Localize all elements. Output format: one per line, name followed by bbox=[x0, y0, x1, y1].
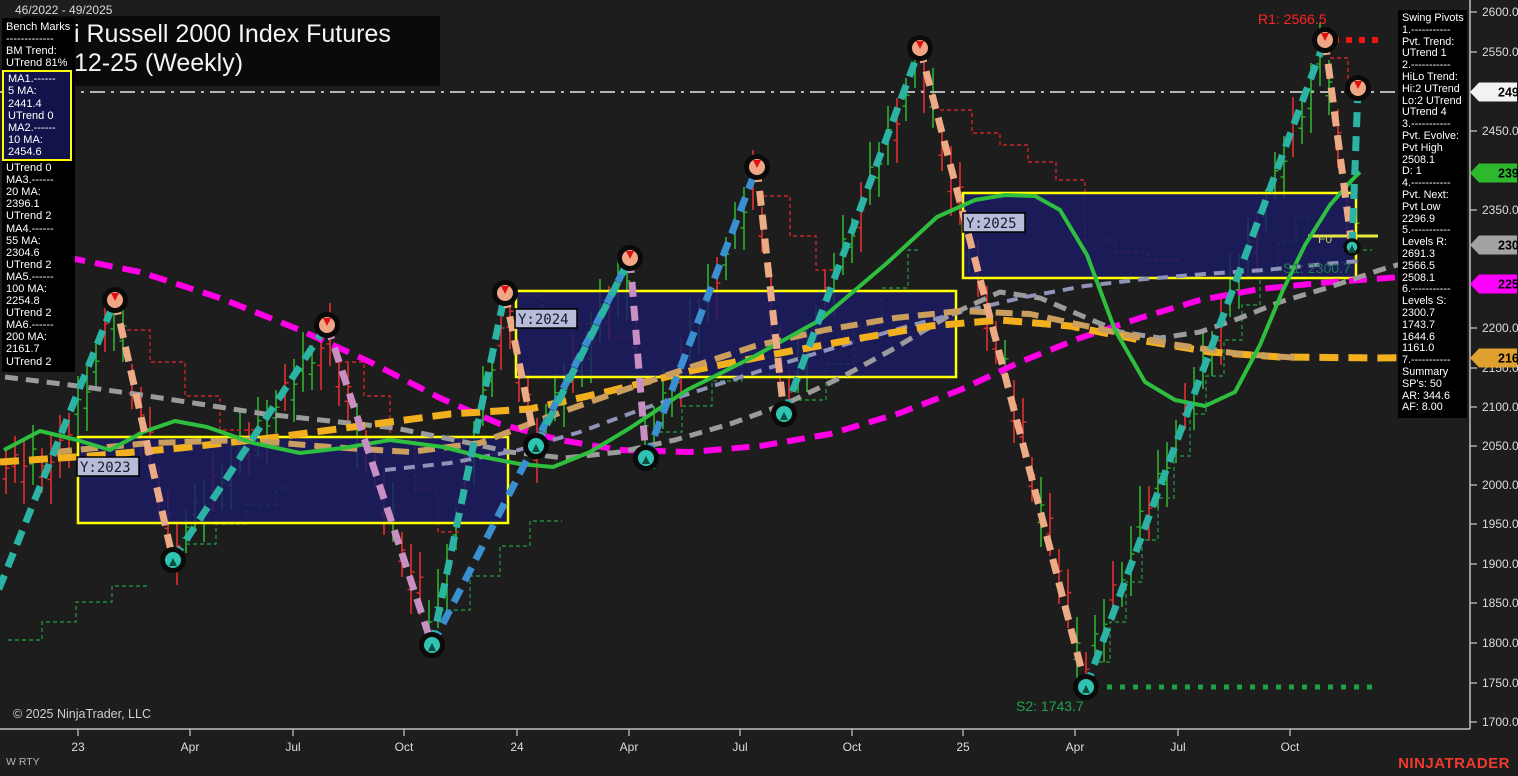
benchmark-line: ------------- bbox=[6, 33, 54, 46]
benchmark-line: UTrend 81% bbox=[6, 57, 68, 70]
benchmark-line: MA5.------ bbox=[6, 270, 54, 283]
price-axis-label: 2050.0 bbox=[1482, 439, 1518, 453]
benchmark-line: UTrend 0 bbox=[8, 109, 54, 122]
time-axis-label: Apr bbox=[1066, 740, 1085, 754]
hilo-step-down bbox=[763, 195, 842, 271]
time-axis-label: Apr bbox=[620, 740, 639, 754]
swing-pivot-line: AF: 8.00 bbox=[1402, 401, 1443, 414]
annotation-label: S1: 2300.7 bbox=[1283, 260, 1351, 276]
benchmark-line: MA6.------ bbox=[6, 319, 54, 332]
chart-title: i Russell 2000 Index Futures 12-25 (Week… bbox=[22, 16, 440, 86]
price-tag-value: 2161.7 bbox=[1498, 352, 1518, 366]
swing-pivot-line: Pvt Low bbox=[1402, 200, 1441, 213]
year-label: Y:2024 bbox=[518, 312, 569, 328]
swing-pivot-line: SP's: 50 bbox=[1402, 377, 1442, 390]
zigzag-layer bbox=[0, 38, 1362, 689]
benchmark-line: UTrend 2 bbox=[6, 258, 52, 271]
zigzag-segment bbox=[1082, 38, 1329, 689]
swing-pivot-line: Hi:2 UTrend bbox=[1402, 82, 1460, 95]
swing-pivot-line: Pvt High bbox=[1402, 141, 1443, 154]
price-axis-label: 2200.0 bbox=[1482, 321, 1518, 335]
swing-pivot-line: Pvt. Evolve: bbox=[1402, 129, 1460, 142]
time-axis-label: Oct bbox=[843, 740, 862, 754]
benchmark-line: 5 MA: bbox=[8, 85, 37, 98]
benchmark-line: 55 MA: bbox=[6, 234, 41, 247]
price-axis-label: 2350.0 bbox=[1482, 203, 1518, 217]
price-chart[interactable]: Y:2023 Y:2024 Y:2025 R1: 2566.5 S2: 1743.7 S1… bbox=[0, 0, 1518, 776]
benchmark-line: 2396.1 bbox=[6, 198, 40, 211]
benchmark-line: MA3.------ bbox=[6, 174, 54, 187]
benchmark-line: UTrend 2 bbox=[6, 307, 52, 320]
time-axis-label: 24 bbox=[510, 740, 524, 754]
annotation-label: F0 bbox=[1318, 232, 1332, 246]
swing-pivot-line: 2300.7 bbox=[1402, 306, 1436, 319]
benchmark-line: UTrend 2 bbox=[6, 210, 52, 223]
benchmark-line: 20 MA: bbox=[6, 186, 41, 199]
copyright-notice: © 2025 NinjaTrader, LLC bbox=[13, 707, 151, 721]
time-axis-label: 23 bbox=[71, 740, 85, 754]
annotation-label: S2: 1743.7 bbox=[1016, 698, 1084, 714]
benchmark-line: 2254.8 bbox=[6, 295, 40, 308]
benchmark-line: 100 MA: bbox=[6, 282, 47, 295]
benchmark-line: 2161.7 bbox=[6, 343, 40, 356]
time-axis-label: Jul bbox=[1170, 740, 1185, 754]
chart-title-line2: 12-25 (Weekly) bbox=[74, 49, 244, 77]
swing-pivot-line: Pvt. Next: bbox=[1402, 188, 1449, 201]
price-axis-label: 2450.0 bbox=[1482, 124, 1518, 138]
price-axis-label: 1900.0 bbox=[1482, 557, 1518, 571]
time-axis-label: Oct bbox=[395, 740, 414, 754]
price-axis-label: 2600.0 bbox=[1482, 5, 1518, 19]
chart-window: Y:2023 Y:2024 Y:2025 R1: 2566.5 S2: 1743.7 S1… bbox=[0, 0, 1518, 776]
time-axis-label: Jul bbox=[732, 740, 747, 754]
swing-pivot-line: 2566.5 bbox=[1402, 259, 1436, 272]
time-axis-label: Jul bbox=[285, 740, 300, 754]
time-axis-label: Apr bbox=[181, 740, 200, 754]
price-axis-label: 2100.0 bbox=[1482, 400, 1518, 414]
benchmark-line: MA2.------ bbox=[8, 121, 56, 134]
visible-range-label: 46/2022 - 49/2025 bbox=[15, 3, 113, 17]
hilo-step-up bbox=[8, 585, 150, 641]
benchmarks-highlight-box: MA1.------ 5 MA: 2441.4 UTrend 0 MA2.------ 1… bbox=[2, 70, 72, 162]
chart-title-line1: i Russell 2000 Index Futures bbox=[74, 20, 391, 48]
price-tag-value: 2254.8 bbox=[1498, 278, 1518, 292]
swing-pivot-line: HiLo Trend: bbox=[1402, 70, 1458, 83]
price-axis-label: 1700.0 bbox=[1482, 715, 1518, 729]
price-tag-value: 2499.0 bbox=[1498, 86, 1518, 100]
price-axis-label: 1800.0 bbox=[1482, 636, 1518, 650]
time-axis-label: 25 bbox=[956, 740, 970, 754]
benchmark-line: UTrend 0 bbox=[6, 162, 52, 175]
price-axis-label: 1950.0 bbox=[1482, 517, 1518, 531]
price-tag-value: 2396.1 bbox=[1498, 167, 1518, 181]
benchmarks-ma-lines: UTrend 0 MA3.------ 20 MA: 2396.1 UTrend 2 MA… bbox=[6, 162, 72, 368]
benchmark-line: BM Trend: bbox=[6, 45, 57, 58]
benchmark-line: 200 MA: bbox=[6, 331, 47, 344]
price-axis-label: 2550.0 bbox=[1482, 45, 1518, 59]
instrument-label: W RTY bbox=[6, 756, 40, 768]
swing-pivots-panel: Swing Pivots 1.----------- Pvt. Trend: UTre… bbox=[1398, 10, 1467, 419]
price-tag-value: 2304.6 bbox=[1498, 239, 1518, 253]
benchmark-line: 2441.4 bbox=[8, 97, 42, 110]
swing-pivot-line: Summary bbox=[1402, 365, 1449, 378]
benchmarks-indicator-panel: Bench Marks ------------- BM Trend: UTrend … bbox=[2, 18, 75, 372]
benchmark-line: MA4.------ bbox=[6, 222, 54, 235]
ninjatrader-logo: NINJATRADER bbox=[1398, 755, 1510, 772]
benchmarks-header-lines: Bench Marks ------------- BM Trend: UTrend … bbox=[6, 21, 72, 69]
benchmark-line: MA1.------ bbox=[8, 73, 56, 86]
price-axis-label: 1750.0 bbox=[1482, 676, 1518, 690]
swing-pivot-line: 1743.7 bbox=[1402, 318, 1436, 331]
price-axis-label: 2000.0 bbox=[1482, 478, 1518, 492]
year-label: Y:2025 bbox=[966, 216, 1017, 232]
benchmark-line: 10 MA: bbox=[8, 133, 43, 146]
benchmark-line: Bench Marks bbox=[6, 21, 71, 33]
benchmark-line: UTrend 2 bbox=[6, 355, 52, 368]
benchmark-line: 2454.6 bbox=[8, 145, 42, 158]
annotation-label: R1: 2566.5 bbox=[1258, 11, 1327, 27]
price-axis-label: 1850.0 bbox=[1482, 596, 1518, 610]
benchmark-line: 2304.6 bbox=[6, 246, 40, 259]
swing-pivot-line: 1.----------- bbox=[1402, 23, 1451, 36]
time-axis-label: Oct bbox=[1281, 740, 1300, 754]
swing-pivot-line: 2691.3 bbox=[1402, 247, 1436, 260]
year-label: Y:2023 bbox=[80, 460, 131, 476]
